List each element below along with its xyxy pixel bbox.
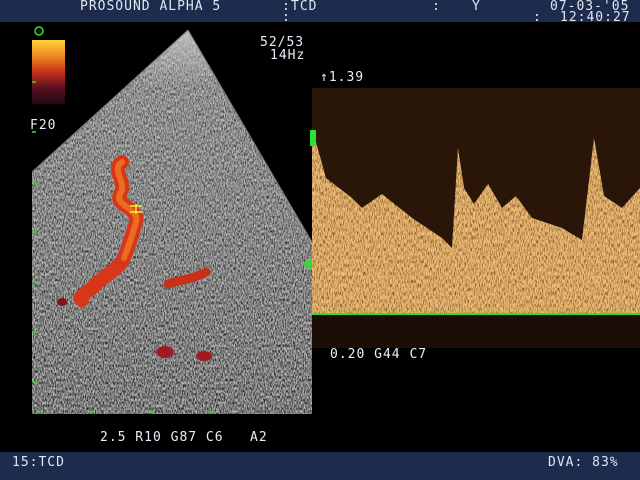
scale-marker-icon (310, 130, 316, 146)
bmode-params: 2.5 R10 G87 C6 A2 (100, 430, 268, 445)
doppler-spectrum (312, 88, 640, 348)
reverse-flow-area (312, 314, 640, 348)
velocity-scale: ↑1.39 (320, 70, 365, 85)
mode-label: TCD (291, 0, 318, 14)
system-name: PROSOUND ALPHA 5 (80, 0, 222, 14)
bottom-status-bar: 15:TCD DVA: 83% (0, 452, 640, 480)
time-display: 12:40:27 (560, 10, 631, 25)
sector-speckle (32, 30, 312, 414)
dva-readout: DVA: 83% (548, 455, 619, 470)
bmode-sector-image (31, 29, 312, 414)
preset-label[interactable]: 15:TCD (12, 456, 65, 469)
flow-spot-2 (196, 351, 212, 361)
doppler-params: 0.20 G44 C7 (330, 347, 428, 362)
green-triangle-icon[interactable] (300, 257, 314, 271)
top-status-bar: PROSOUND ALPHA 5 : TCD : : Y 07-03-'05 :… (0, 0, 640, 25)
field-y: Y (472, 0, 481, 14)
time-colon: : (533, 10, 542, 25)
field-colon: : (432, 0, 441, 14)
flow-spot-1 (156, 346, 174, 358)
flow-spot-3 (57, 298, 67, 306)
